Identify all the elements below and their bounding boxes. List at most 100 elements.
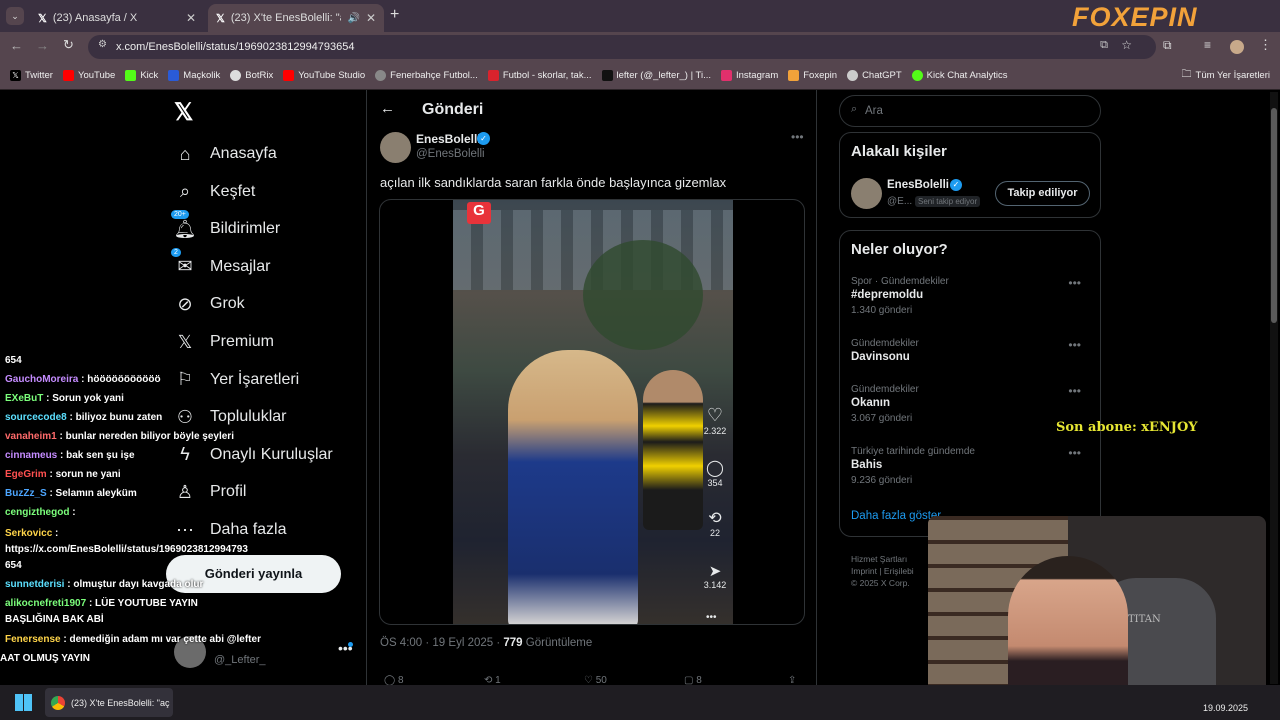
- close-icon[interactable]: ✕: [366, 11, 376, 25]
- author-name[interactable]: EnesBolelli: [416, 132, 481, 146]
- mackolik-icon: [168, 70, 180, 81]
- bookmark-item[interactable]: Kick Chat Analytics: [911, 70, 1007, 81]
- tab-post[interactable]: 𝕏 (23) X'te EnesBolelli: "açılan 🔊 ✕: [208, 4, 384, 32]
- chat-username[interactable]: alikocnefreti1907: [5, 598, 86, 609]
- scrollbar-thumb[interactable]: [1271, 108, 1277, 323]
- chat-username[interactable]: EXeBuT: [5, 393, 43, 404]
- trend-category: Spor · Gündemdekiler: [851, 276, 949, 287]
- repost-button[interactable]: ⟲ 22: [698, 508, 732, 538]
- bookmark-item[interactable]: Futbol - skorlar, tak...: [487, 70, 592, 81]
- sidebar-item-label: Daha fazla: [210, 521, 287, 538]
- like-button[interactable]: ♡ 2.322: [698, 405, 732, 436]
- clock-date[interactable]: 19.09.2025: [1203, 703, 1248, 713]
- site-settings-icon[interactable]: ⚙: [98, 39, 107, 50]
- address-bar[interactable]: ⚙ x.com/EnesBolelli/status/1969023812994…: [88, 35, 1156, 59]
- page-title: Gönderi: [422, 101, 484, 118]
- sidebar-item-mail[interactable]: ✉ 2 Mesajlar: [171, 247, 270, 278]
- chat-text: https://x.com/EnesBolelli/status/1969023…: [5, 544, 248, 555]
- chat-username[interactable]: BuzZz_S: [5, 488, 47, 499]
- more-icon[interactable]: •••: [1068, 338, 1081, 352]
- bookmark-item[interactable]: Maçkolik: [168, 70, 220, 81]
- avatar[interactable]: [380, 132, 411, 163]
- bookmark-item[interactable]: YouTube Studio: [283, 70, 365, 81]
- chatgpt-icon: [847, 70, 859, 81]
- bookmark-item[interactable]: lefter (@_lefter_) | Ti...: [601, 70, 711, 81]
- speaker-icon[interactable]: 🔊: [347, 13, 359, 24]
- chat-username[interactable]: EgeGrim: [5, 469, 47, 480]
- chat-username[interactable]: cengizthegod: [5, 507, 69, 518]
- bookmark-item[interactable]: Instagram: [721, 70, 778, 81]
- taskbar-app-chrome[interactable]: (23) X'te EnesBolelli: "aç: [45, 688, 173, 717]
- more-icon[interactable]: •••: [1068, 384, 1081, 398]
- sidebar-item-bookmark[interactable]: ⚐ Yer İşaretleri: [174, 369, 299, 391]
- author-handle[interactable]: @EnesBolelli: [416, 148, 485, 160]
- tab-home[interactable]: 𝕏 (23) Anasayfa / X ✕: [30, 4, 204, 32]
- windows-start-icon[interactable]: [15, 694, 32, 711]
- scrollbar[interactable]: [1270, 92, 1278, 684]
- trend-item[interactable]: Gündemdekiler Okanın 3.067 gönderi •••: [851, 384, 1091, 424]
- footer-link[interactable]: Hizmet Şartları: [851, 553, 931, 565]
- chat-username[interactable]: GauchoMoreira: [5, 374, 78, 385]
- tab-search-button[interactable]: ⌄: [6, 7, 24, 25]
- avatar[interactable]: [1230, 40, 1244, 54]
- reload-icon[interactable]: ↻: [63, 37, 74, 53]
- chat-username[interactable]: Serkovicc: [5, 528, 52, 539]
- sidebar-item-more[interactable]: ⋯ Daha fazla: [174, 519, 287, 541]
- bookmark-item[interactable]: ChatGPT: [847, 70, 902, 81]
- more-icon[interactable]: •••: [791, 130, 804, 144]
- person-icon: ♙: [176, 481, 194, 502]
- menu-icon[interactable]: ⋮: [1259, 37, 1272, 53]
- sidebar-item-x[interactable]: 𝕏 Premium: [174, 331, 274, 353]
- media-icon[interactable]: ≡: [1204, 38, 1211, 52]
- star-icon[interactable]: ☆: [1121, 38, 1132, 52]
- sidebar-item-home[interactable]: ⌂ Anasayfa: [174, 143, 277, 165]
- back-icon[interactable]: ←: [380, 100, 395, 117]
- bookmark-item[interactable]: Kick: [125, 70, 158, 81]
- video-frame[interactable]: G: [453, 200, 733, 624]
- new-tab-button[interactable]: +: [390, 6, 399, 24]
- timestamp[interactable]: ÖS 4:00 · 19 Eyl 2025 ·: [380, 637, 500, 649]
- comment-button[interactable]: ◯ 354: [698, 458, 732, 488]
- sidebar-item-person[interactable]: ♙ Profil: [174, 481, 247, 503]
- search-input[interactable]: ⌕ Ara: [839, 95, 1101, 127]
- chat-username[interactable]: sunnetderisi: [5, 579, 64, 590]
- following-button[interactable]: Takip ediliyor: [995, 181, 1090, 206]
- all-bookmarks[interactable]: 🗀 Tüm Yer İşaretleri: [1182, 67, 1270, 84]
- sidebar-item-grok[interactable]: ⊘ Grok: [174, 293, 245, 315]
- youtube-icon: [62, 70, 74, 81]
- sidebar-item-label: Grok: [210, 295, 245, 313]
- bookmark-item[interactable]: 𝕏 Twitter: [10, 70, 53, 81]
- extensions-icon[interactable]: ⧉: [1163, 38, 1172, 53]
- sidebar-item-search[interactable]: ⌕ Keşfet: [174, 181, 255, 203]
- share-button[interactable]: ➤ 3.142: [698, 562, 732, 590]
- video-container[interactable]: G ♡ 2.322 ◯ 354 ⟲ 22 ➤ 3.142 •••: [379, 199, 805, 625]
- sidebar-item-bell[interactable]: 🔔︎ 20+ Bildirimler: [171, 210, 280, 240]
- chat-username[interactable]: sourcecode8: [5, 412, 67, 423]
- bookmark-item[interactable]: YouTube: [62, 70, 115, 81]
- trend-item[interactable]: Gündemdekiler Davinsonu •••: [851, 338, 1091, 367]
- heart-icon: ♡: [706, 405, 724, 425]
- back-icon[interactable]: ←: [10, 38, 23, 53]
- x-logo-icon: 𝕏: [38, 12, 47, 25]
- install-icon[interactable]: ⧉: [1100, 39, 1108, 52]
- bookmark-item[interactable]: Foxepin: [788, 70, 837, 81]
- more-icon[interactable]: •••: [1068, 276, 1081, 290]
- close-icon[interactable]: ✕: [186, 11, 196, 25]
- person-handle[interactable]: @E...: [887, 196, 912, 207]
- bookmark-item[interactable]: Fenerbahçe Futbol...: [375, 70, 478, 81]
- more-icon[interactable]: •••: [1068, 446, 1081, 460]
- chat-username[interactable]: cinnameus: [5, 450, 57, 461]
- chat-message: EgeGrim : sorun ne yani: [5, 469, 121, 480]
- forward-icon[interactable]: →: [36, 38, 49, 53]
- more-icon[interactable]: •••: [706, 612, 717, 623]
- x-logo-icon[interactable]: 𝕏: [174, 98, 193, 127]
- trend-item[interactable]: Spor · Gündemdekiler #depremoldu 1.340 gön…: [851, 276, 1091, 316]
- avatar[interactable]: [851, 178, 882, 209]
- sidebar-item-people[interactable]: ⚇ Topluluklar: [174, 406, 287, 428]
- trend-item[interactable]: Türkiye tarihinde gündemde Bahis 9.236 gön…: [851, 446, 1091, 486]
- chat-username[interactable]: Fenersense: [5, 634, 61, 645]
- person-name[interactable]: EnesBolelli: [887, 179, 949, 191]
- chat-username[interactable]: vanaheim1: [5, 431, 57, 442]
- bookmark-item[interactable]: BotRix: [230, 70, 273, 81]
- sidebar-item-lightning[interactable]: ϟ Onaylı Kuruluşlar: [174, 444, 332, 466]
